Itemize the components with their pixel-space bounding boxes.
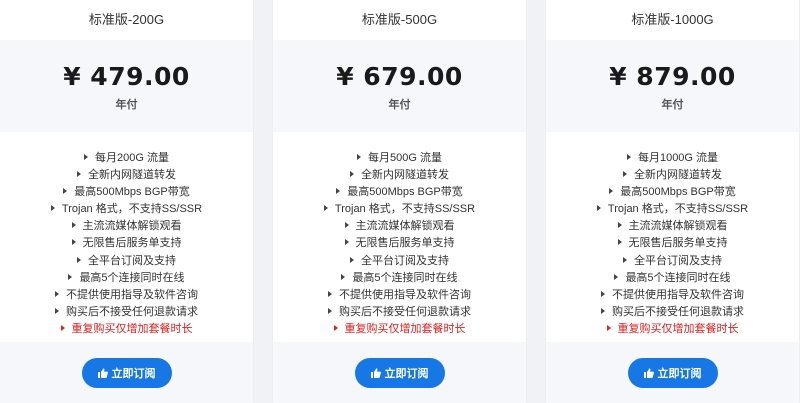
plan-title: 标准版-1000G bbox=[631, 12, 714, 27]
subscribe-button-label: 立即订阅 bbox=[657, 368, 702, 380]
caret-right-icon bbox=[614, 273, 619, 280]
caret-right-icon bbox=[344, 222, 349, 229]
feature-item: 最高500Mbps BGP带宽 bbox=[273, 184, 526, 201]
subscribe-button-label: 立即订阅 bbox=[384, 368, 429, 380]
thumbs-up-icon bbox=[97, 368, 108, 378]
caret-right-icon bbox=[60, 324, 65, 331]
caret-right-icon bbox=[606, 324, 611, 331]
feature-item: 最高5个连接同时在线 bbox=[273, 270, 526, 287]
caret-right-icon bbox=[71, 222, 76, 229]
caret-right-icon bbox=[84, 154, 89, 160]
thumbs-up-icon bbox=[370, 368, 381, 378]
caret-right-icon bbox=[609, 188, 614, 195]
feature-item: 每月500G 流量 bbox=[273, 150, 526, 167]
subscribe-button[interactable]: 立即订阅 bbox=[81, 358, 172, 388]
caret-right-icon bbox=[350, 256, 354, 263]
feature-item: 每月1000G 流量 bbox=[546, 150, 799, 167]
plan-card-1000g: 标准版-1000G ¥ 879.00 年付 每月1000G 流量 全新内网隧道转… bbox=[546, 0, 799, 403]
subscribe-button-label: 立即订阅 bbox=[111, 368, 156, 380]
caret-right-icon bbox=[336, 188, 341, 195]
caret-right-icon bbox=[601, 307, 605, 314]
action-section: 立即订阅 bbox=[546, 342, 799, 403]
caret-right-icon bbox=[77, 256, 81, 263]
caret-right-icon bbox=[50, 205, 55, 212]
feature-item: Trojan 格式，不支持SS/SSR bbox=[273, 201, 526, 218]
feature-item: 主流流媒体解锁观看 bbox=[546, 218, 799, 235]
caret-right-icon bbox=[333, 324, 338, 331]
plan-title: 标准版-500G bbox=[361, 12, 438, 27]
feature-item: 最高5个连接同时在线 bbox=[546, 270, 799, 287]
caret-right-icon bbox=[617, 222, 622, 229]
feature-list: 每月500G 流量 全新内网隧道转发 最高500Mbps BGP带宽 Troja… bbox=[273, 150, 526, 338]
feature-item: 购买后不接受任何退款请求 bbox=[0, 304, 253, 321]
caret-right-icon bbox=[328, 290, 332, 297]
feature-item: 购买后不接受任何退款请求 bbox=[273, 304, 526, 321]
feature-item: 全新内网隧道转发 bbox=[273, 167, 526, 184]
price-section: ¥ 679.00 年付 bbox=[273, 40, 526, 132]
feature-item: 全平台订阅及支持 bbox=[546, 253, 799, 270]
feature-item: 最高5个连接同时在线 bbox=[0, 270, 253, 287]
feature-item: 主流流媒体解锁观看 bbox=[0, 218, 253, 235]
plan-price: ¥ 479.00 bbox=[63, 62, 190, 91]
subscribe-button[interactable]: 立即订阅 bbox=[627, 358, 718, 388]
feature-item: 不提供使用指导及软件咨询 bbox=[0, 287, 253, 304]
feature-item: 无限售后服务单支持 bbox=[273, 235, 526, 252]
caret-right-icon bbox=[55, 307, 59, 314]
caret-right-icon bbox=[357, 154, 362, 160]
caret-right-icon bbox=[350, 171, 354, 178]
caret-right-icon bbox=[68, 273, 73, 280]
feature-item: 全新内网隧道转发 bbox=[0, 167, 253, 184]
plan-price: ¥ 879.00 bbox=[609, 62, 736, 91]
caret-right-icon bbox=[623, 256, 627, 263]
feature-item-highlight: 重复购买仅增加套餐时长 bbox=[0, 321, 253, 338]
caret-right-icon bbox=[344, 239, 349, 246]
caret-right-icon bbox=[626, 154, 631, 160]
price-section: ¥ 879.00 年付 bbox=[546, 40, 799, 132]
subscribe-button[interactable]: 立即订阅 bbox=[354, 358, 445, 388]
feature-list: 每月1000G 流量 全新内网隧道转发 最高500Mbps BGP带宽 Troj… bbox=[546, 150, 799, 338]
caret-right-icon bbox=[328, 307, 332, 314]
billing-period: 年付 bbox=[115, 99, 138, 111]
caret-right-icon bbox=[77, 171, 81, 178]
action-section: 立即订阅 bbox=[0, 342, 253, 403]
feature-item: 最高500Mbps BGP带宽 bbox=[546, 184, 799, 201]
caret-right-icon bbox=[617, 239, 622, 246]
feature-item: Trojan 格式，不支持SS/SSR bbox=[546, 201, 799, 218]
feature-item: Trojan 格式，不支持SS/SSR bbox=[0, 201, 253, 218]
feature-item: 全新内网隧道转发 bbox=[546, 167, 799, 184]
feature-item: 无限售后服务单支持 bbox=[0, 235, 253, 252]
caret-right-icon bbox=[71, 239, 76, 246]
feature-list: 每月200G 流量 全新内网隧道转发 最高500Mbps BGP带宽 Troja… bbox=[0, 150, 253, 338]
caret-right-icon bbox=[63, 188, 68, 195]
billing-period: 年付 bbox=[661, 99, 684, 111]
caret-right-icon bbox=[596, 205, 601, 212]
plan-card-500g: 标准版-500G ¥ 679.00 年付 每月500G 流量 全新内网隧道转发 … bbox=[273, 0, 526, 403]
plan-card-200g: 标准版-200G ¥ 479.00 年付 每月200G 流量 全新内网隧道转发 … bbox=[0, 0, 253, 403]
billing-period: 年付 bbox=[388, 99, 411, 111]
feature-item: 全平台订阅及支持 bbox=[0, 253, 253, 270]
feature-item: 购买后不接受任何退款请求 bbox=[546, 304, 799, 321]
caret-right-icon bbox=[601, 290, 605, 297]
feature-item: 无限售后服务单支持 bbox=[546, 235, 799, 252]
caret-right-icon bbox=[323, 205, 328, 212]
plan-price: ¥ 679.00 bbox=[336, 62, 463, 91]
feature-item: 每月200G 流量 bbox=[0, 150, 253, 167]
caret-right-icon bbox=[55, 290, 59, 297]
feature-item-highlight: 重复购买仅增加套餐时长 bbox=[546, 321, 799, 338]
feature-item: 不提供使用指导及软件咨询 bbox=[546, 287, 799, 304]
feature-item: 最高500Mbps BGP带宽 bbox=[0, 184, 253, 201]
thumbs-up-icon bbox=[643, 368, 654, 378]
feature-item: 主流流媒体解锁观看 bbox=[273, 218, 526, 235]
action-section: 立即订阅 bbox=[273, 342, 526, 403]
price-section: ¥ 479.00 年付 bbox=[0, 40, 253, 132]
caret-right-icon bbox=[623, 171, 627, 178]
plan-title: 标准版-200G bbox=[88, 12, 165, 27]
feature-item: 不提供使用指导及软件咨询 bbox=[273, 287, 526, 304]
feature-item-highlight: 重复购买仅增加套餐时长 bbox=[273, 321, 526, 338]
caret-right-icon bbox=[341, 273, 346, 280]
feature-item: 全平台订阅及支持 bbox=[273, 253, 526, 270]
